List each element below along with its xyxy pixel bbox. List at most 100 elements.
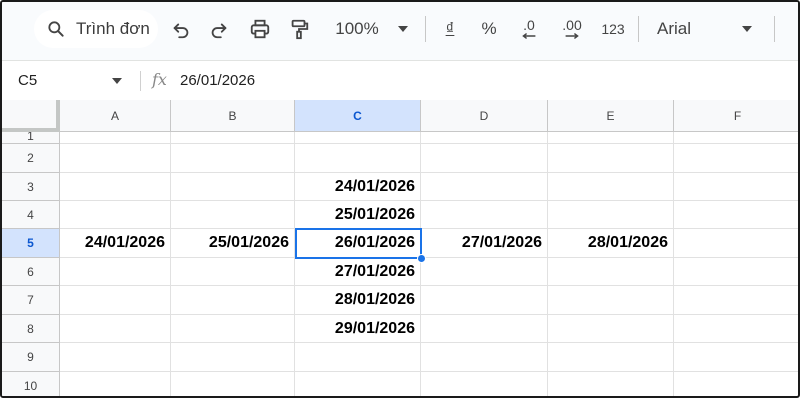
grid-cell[interactable] (171, 258, 295, 286)
row-header-4[interactable]: 4 (2, 201, 60, 229)
grid-cell[interactable] (60, 173, 171, 201)
grid-cell[interactable] (60, 201, 171, 229)
name-box[interactable]: C5 (18, 72, 37, 89)
row-header-8[interactable]: 8 (2, 315, 60, 343)
grid-cell[interactable] (674, 229, 798, 258)
grid-cell[interactable] (548, 343, 674, 372)
name-box-chevron-down-icon[interactable] (112, 78, 122, 84)
fill-handle[interactable] (417, 254, 426, 263)
grid-cell[interactable] (171, 343, 295, 372)
grid-cell[interactable] (421, 144, 548, 173)
cell-e5[interactable]: 28/01/2026 (548, 229, 674, 258)
grid-cell[interactable] (548, 372, 674, 396)
grid-cell[interactable] (674, 343, 798, 372)
grid-cell[interactable] (674, 173, 798, 201)
grid-cell[interactable] (295, 343, 421, 372)
increase-decimal-button[interactable]: .00 (557, 16, 587, 42)
print-button[interactable] (247, 16, 273, 42)
grid-cell[interactable] (548, 173, 674, 201)
sheet-grid[interactable]: A B C D E F 1 2 3 4 5 6 7 8 9 10 24/01/2… (2, 100, 798, 396)
font-chevron-down-icon[interactable] (742, 26, 752, 32)
cell-c4[interactable]: 25/01/2026 (295, 201, 421, 229)
grid-cell[interactable] (295, 132, 421, 144)
grid-cell[interactable] (421, 286, 548, 315)
number-format-button[interactable]: 123 (599, 16, 627, 42)
column-header-c[interactable]: C (295, 100, 421, 132)
grid-cell[interactable] (60, 258, 171, 286)
grid-cell[interactable] (60, 372, 171, 396)
grid-cell[interactable] (295, 144, 421, 173)
grid-cell[interactable] (295, 372, 421, 396)
grid-cell[interactable] (548, 144, 674, 173)
grid-cell[interactable] (674, 286, 798, 315)
grid-cell[interactable] (60, 315, 171, 343)
grid-cell[interactable] (674, 144, 798, 173)
cell-d5[interactable]: 27/01/2026 (421, 229, 548, 258)
row-header-10[interactable]: 10 (2, 372, 60, 396)
cell-c7[interactable]: 28/01/2026 (295, 286, 421, 315)
grid-cell[interactable] (421, 201, 548, 229)
grid-cell[interactable] (548, 258, 674, 286)
grid-cell[interactable] (171, 372, 295, 396)
row-header-7[interactable]: 7 (2, 286, 60, 315)
row-header-1[interactable]: 1 (2, 132, 60, 144)
row-header-3[interactable]: 3 (2, 173, 60, 201)
cell-a5[interactable]: 24/01/2026 (60, 229, 171, 258)
grid-cell[interactable] (674, 315, 798, 343)
grid-cell[interactable] (421, 343, 548, 372)
grid-cell[interactable] (171, 144, 295, 173)
grid-cell[interactable] (421, 132, 548, 144)
grid-cell[interactable] (548, 315, 674, 343)
grid-cell[interactable] (171, 201, 295, 229)
column-header-e[interactable]: E (548, 100, 674, 132)
column-header-d[interactable]: D (421, 100, 548, 132)
font-select[interactable]: Arial (657, 16, 717, 42)
row-header-2[interactable]: 2 (2, 144, 60, 173)
grid-cell[interactable] (171, 173, 295, 201)
grid-cell[interactable] (674, 132, 798, 144)
zoom-select[interactable]: 100% (332, 16, 382, 42)
toolbar-divider (425, 16, 426, 42)
zoom-chevron-down-icon[interactable] (398, 26, 408, 32)
active-cell-outline (295, 228, 422, 259)
grid-cell[interactable] (548, 132, 674, 144)
cell-c6[interactable]: 27/01/2026 (295, 258, 421, 286)
decrease-decimal-button[interactable]: .0 (516, 16, 542, 42)
redo-icon (211, 23, 227, 39)
grid-cell[interactable] (60, 286, 171, 315)
grid-cell[interactable] (421, 258, 548, 286)
select-all-corner[interactable] (2, 100, 60, 132)
grid-cell[interactable] (548, 286, 674, 315)
grid-cell[interactable] (674, 258, 798, 286)
row-header-5[interactable]: 5 (2, 229, 60, 258)
formula-divider (140, 71, 141, 91)
percent-format-button[interactable]: % (478, 16, 500, 42)
row-header-6[interactable]: 6 (2, 258, 60, 286)
grid-cell[interactable] (548, 201, 674, 229)
menu-search-box[interactable]: Trình đơn (34, 10, 158, 48)
grid-cell[interactable] (674, 201, 798, 229)
formula-input[interactable]: 26/01/2026 (180, 72, 255, 89)
column-header-a[interactable]: A (60, 100, 171, 132)
grid-cell[interactable] (674, 372, 798, 396)
grid-cell[interactable] (60, 343, 171, 372)
redo-button[interactable] (206, 16, 232, 42)
grid-cell[interactable] (171, 132, 295, 144)
grid-cell[interactable] (171, 286, 295, 315)
cell-c8[interactable]: 29/01/2026 (295, 315, 421, 343)
grid-cell[interactable] (60, 132, 171, 144)
paint-format-button[interactable] (286, 16, 312, 42)
cell-b5[interactable]: 25/01/2026 (171, 229, 295, 258)
row-header-9[interactable]: 9 (2, 343, 60, 372)
grid-cell[interactable] (171, 315, 295, 343)
grid-cell[interactable] (60, 144, 171, 173)
toolbar-divider (774, 16, 775, 42)
grid-cell[interactable] (421, 173, 548, 201)
column-header-f[interactable]: F (674, 100, 798, 132)
grid-cell[interactable] (421, 372, 548, 396)
undo-button[interactable] (168, 16, 194, 42)
column-header-b[interactable]: B (171, 100, 295, 132)
grid-cell[interactable] (421, 315, 548, 343)
currency-format-button[interactable]: ₫ (439, 16, 461, 42)
cell-c3[interactable]: 24/01/2026 (295, 173, 421, 201)
